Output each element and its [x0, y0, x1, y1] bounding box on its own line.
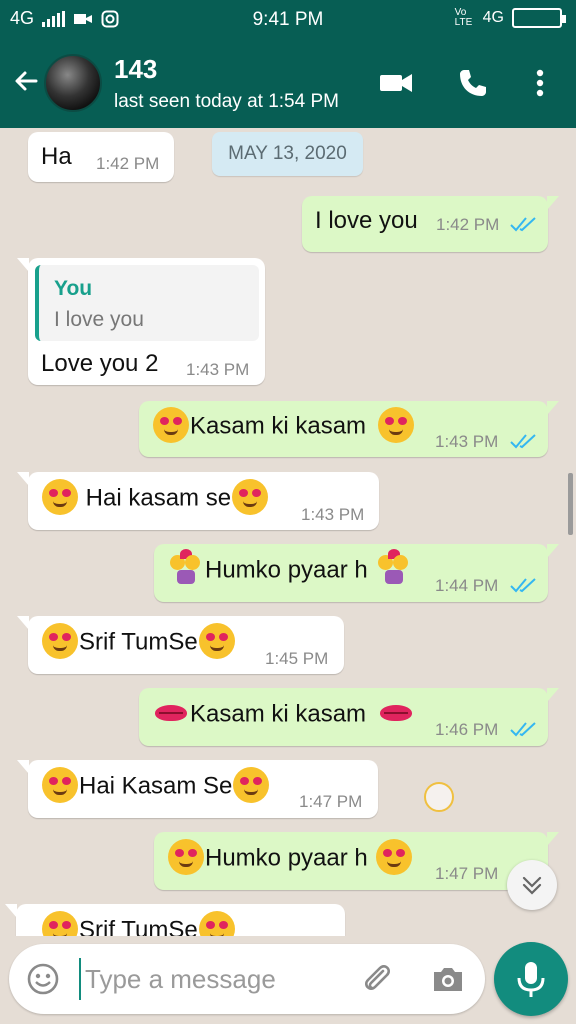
couple-with-heart-icon [376, 549, 412, 587]
message-text: Hai Kasam Se [79, 772, 233, 800]
kiss-mark-icon [153, 695, 189, 731]
kissing-smiling-face-icon [375, 839, 412, 875]
arrow-back-icon[interactable] [10, 66, 42, 98]
double-check-icon [510, 217, 536, 232]
quote-author: You [54, 277, 93, 300]
scroll-down-icon [522, 876, 542, 895]
date-chip: MAY 13, 2020 [212, 132, 363, 176]
video-call-icon[interactable] [378, 66, 414, 100]
face-blowing-kiss-icon [198, 911, 235, 936]
scrollbar-thumb[interactable] [568, 473, 573, 535]
message-incoming[interactable]: Srif TumSe 1:45 PM [17, 616, 344, 674]
message-composer [9, 944, 485, 1014]
camera-icon[interactable] [430, 961, 466, 997]
touch-indicator [424, 782, 454, 812]
message-time: 1:43 PM [435, 432, 499, 451]
smiling-face-with-hearts-icon [153, 407, 189, 443]
face-blowing-kiss-icon [42, 623, 78, 659]
heart-eyes-icon [232, 479, 269, 515]
contact-name[interactable]: 143 [114, 54, 157, 85]
message-time: 1:43 PM [186, 360, 250, 379]
mic-icon [517, 962, 545, 997]
smiling-face-with-hearts-icon [42, 767, 78, 803]
smiling-face-with-hearts-icon [378, 407, 415, 443]
message-outgoing[interactable]: I love you 1:42 PM [302, 196, 559, 252]
message-outgoing[interactable]: Humko pyaar h 1:47 PM [154, 832, 559, 890]
status-right: Vo LTE 4G [454, 7, 566, 28]
battery-icon [512, 8, 566, 28]
message-text: Humko pyaar h [205, 844, 368, 872]
message-content: Srif TumSe [41, 623, 236, 661]
phone-icon[interactable] [456, 66, 492, 100]
message-incoming-reply[interactable]: You I love you Love you 2 1:43 PM [17, 258, 265, 385]
message-time: 1:42 PM [96, 154, 160, 173]
attach-icon[interactable] [359, 961, 395, 997]
chat-header: 143 last seen today at 1:54 PM [0, 38, 576, 128]
message-content: Kasam ki kasam [152, 407, 415, 445]
message-incoming[interactable]: Ha 1:42 PM [28, 132, 174, 182]
status-bar: 4G 9:41 PM Vo LTE 4G [0, 0, 576, 38]
message-text: Humko pyaar h [205, 556, 368, 584]
voice-message-button[interactable] [494, 942, 568, 1016]
message-time: 1:43 PM [301, 505, 365, 524]
message-text: Hai kasam se [79, 484, 232, 512]
quote-text: I love you [54, 308, 144, 331]
last-seen[interactable]: last seen today at 1:54 PM [114, 91, 339, 113]
message-incoming[interactable]: Srif TumSe [5, 904, 345, 936]
heart-eyes-icon [42, 479, 78, 515]
message-text: Srif TumSe [79, 916, 198, 936]
message-time: 1:47 PM [435, 864, 499, 883]
message-outgoing[interactable]: Kasam ki kasam 1:46 PM [139, 688, 559, 746]
face-blowing-kiss-icon [42, 911, 78, 936]
scroll-to-bottom-button[interactable] [507, 860, 557, 910]
message-incoming[interactable]: Hai Kasam Se 1:47 PM [17, 760, 378, 818]
network-type-right: 4G [482, 9, 504, 26]
message-content: Hai Kasam Se [41, 767, 270, 805]
message-time: 1:45 PM [265, 649, 329, 668]
message-time: 1:42 PM [436, 215, 500, 234]
message-content: Humko pyaar h [167, 549, 413, 589]
quoted-message[interactable]: You I love you [35, 265, 259, 341]
message-time: 1:47 PM [299, 792, 363, 811]
message-text: Srif TumSe [79, 628, 198, 656]
message-input[interactable] [79, 958, 349, 1000]
message-time: 1:46 PM [435, 720, 499, 739]
message-time: 1:44 PM [435, 576, 499, 595]
face-blowing-kiss-icon [198, 623, 235, 659]
message-content: Hai kasam se [41, 479, 269, 517]
message-content: Humko pyaar h [167, 839, 413, 877]
double-check-icon [510, 578, 536, 593]
message-text: Kasam ki kasam [190, 412, 367, 440]
avatar[interactable] [44, 54, 102, 112]
message-list[interactable]: MAY 13, 2020 Ha 1:42 PM I love you 1:42 … [0, 128, 576, 936]
message-text: I love you [315, 207, 418, 234]
smiling-face-with-hearts-icon [233, 767, 270, 803]
double-check-icon [510, 434, 536, 449]
more-vert-icon[interactable] [522, 66, 558, 100]
volte-label: Vo LTE [454, 7, 473, 28]
kissing-smiling-face-icon [168, 839, 204, 875]
double-check-icon [510, 722, 536, 737]
message-content: Srif TumSe [41, 911, 236, 936]
message-content: Kasam ki kasam [152, 697, 415, 733]
message-outgoing[interactable]: Kasam ki kasam 1:43 PM [139, 401, 559, 457]
message-text: Kasam ki kasam [190, 700, 367, 728]
message-text: Love you 2 [41, 350, 159, 377]
message-text: Ha [41, 143, 72, 170]
message-incoming[interactable]: Hai kasam se 1:43 PM [17, 472, 379, 530]
emoji-icon[interactable] [25, 961, 61, 997]
kiss-mark-icon [378, 695, 414, 731]
couple-with-heart-icon [168, 549, 204, 587]
message-outgoing[interactable]: Humko pyaar h 1:44 PM [154, 544, 559, 602]
